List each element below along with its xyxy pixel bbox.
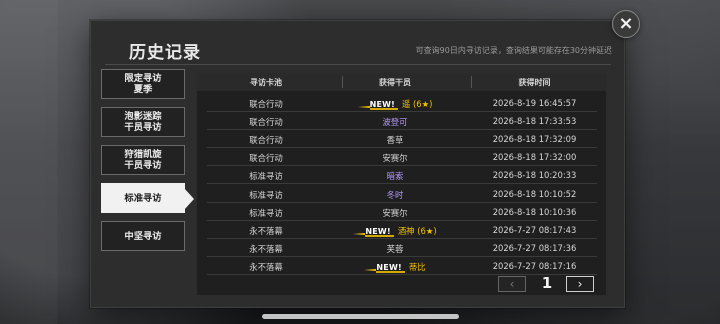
operator-name: 香草 [386,135,404,146]
new-badge: NEW! [353,227,395,237]
chevron-left-icon: ‹ [509,277,515,291]
new-badge: NEW! [357,100,399,110]
next-page-button[interactable]: › [566,276,594,292]
time-cell: 2026-8-18 10:20:33 [492,170,577,181]
operator-name: 暗索 [386,171,404,182]
pool-tabs: 限定寻访 夏季 泡影迷踪 干员寻访 狩猎凯旋 干员寻访 标准寻访 中坚寻访 [101,69,194,259]
column-header-operator: 获得干员 [379,78,411,87]
tab-label: 中坚寻访 [124,230,162,242]
pagination: ‹ 1 › [498,274,594,294]
table-row: 联合行动 波登可 2026-8-18 17:33:53 [207,113,597,131]
new-badge: NEW! [364,263,406,273]
tab-hunting-triumph[interactable]: 狩猎凯旋 干员寻访 [101,145,185,175]
operator-cell: NEW! 酒神 (6★) [325,225,465,237]
table-row: 标准寻访 暗索 2026-8-18 10:20:33 [207,167,597,185]
page-number: 1 [541,274,553,292]
home-indicator-bar[interactable] [262,314,459,319]
operator-cell: NEW! 蒂比 [325,261,465,273]
operator-cell: NEW! 遥 (6★) [325,98,465,110]
table-row: 标准寻访 安赛尔 2026-8-18 10:10:36 [207,204,597,221]
tab-label: 狩猎凯旋 干员寻访 [124,149,162,171]
time-cell: 2026-7-27 08:17:16 [492,260,577,271]
pool-cell: 永不落幕 [249,261,283,272]
tab-core[interactable]: 中坚寻访 [101,221,185,251]
column-header-time: 获得时间 [518,78,551,87]
tab-standard[interactable]: 标准寻访 [101,183,194,213]
operator-name: 安赛尔 [382,153,408,164]
chevron-right-icon: › [577,277,583,291]
operator-cell: 冬时 [325,189,465,201]
pool-cell: 永不落幕 [249,243,283,254]
title-divider [105,64,611,65]
close-icon: × [618,13,634,34]
prev-page-button[interactable]: ‹ [498,276,526,292]
page-title: 历史记录 [129,43,201,63]
time-cell: 2026-8-18 17:33:53 [492,116,577,127]
time-cell: 2026-8-18 10:10:36 [492,206,577,217]
operator-name: 冬时 [386,189,404,200]
pool-cell: 标准寻访 [249,207,283,218]
table-row: 联合行动 香草 2026-8-18 17:32:09 [207,131,597,149]
table-row: 标准寻访 冬时 2026-8-18 10:10:52 [207,186,597,203]
time-cell: 2026-8-18 10:10:52 [492,188,577,199]
pool-cell: 联合行动 [249,117,283,128]
operator-cell: 香草 [325,134,465,146]
operator-cell: 安赛尔 [325,207,465,219]
operator-name: 蒂比 [408,261,426,272]
table-header: 寻访卡池 获得干员 获得时间 [197,73,606,91]
table-row: 联合行动 NEW! 遥 (6★) 2026-8-19 16:45:57 [207,95,597,112]
operator-cell: 波登可 [325,116,465,128]
pool-cell: 联合行动 [249,135,283,146]
operator-cell: 安赛尔 [325,152,465,164]
table-row: 永不落幕 NEW! 蒂比 2026-7-27 08:17:16 [207,258,597,275]
time-cell: 2026-7-27 08:17:36 [492,242,577,253]
pool-cell: 标准寻访 [249,189,283,200]
operator-cell: 芙蓉 [325,243,465,255]
tab-label: 标准寻访 [124,192,162,204]
tab-label: 限定寻访 夏季 [124,73,162,95]
time-cell: 2026-7-27 08:17:43 [492,224,577,235]
tab-limited-summer[interactable]: 限定寻访 夏季 [101,69,185,99]
pool-cell: 标准寻访 [249,171,283,182]
operator-name: 波登可 [382,117,408,128]
tab-label: 泡影迷踪 干员寻访 [124,111,162,133]
time-cell: 2026-8-18 17:32:09 [492,134,577,145]
table-row: 联合行动 安赛尔 2026-8-18 17:32:00 [207,149,597,167]
tab-phantom-illusion[interactable]: 泡影迷踪 干员寻访 [101,107,185,137]
pool-cell: 联合行动 [249,99,283,109]
pool-cell: 永不落幕 [249,225,283,236]
operator-name: 酒神 (6★) [397,225,437,236]
operator-name: 安赛尔 [382,207,408,218]
time-cell: 2026-8-18 17:32:00 [492,152,577,163]
pool-cell: 联合行动 [249,153,283,164]
operator-cell: 暗索 [325,170,465,182]
column-header-pool: 寻访卡池 [250,78,282,87]
time-cell: 2026-8-19 16:45:57 [492,98,577,108]
close-button[interactable]: × [612,10,640,38]
history-table: 寻访卡池 获得干员 获得时间 联合行动 NEW! 遥 (6★) 2026-8-19 1… [196,72,607,296]
table-row: 永不落幕 芙蓉 2026-7-27 08:17:36 [207,240,597,257]
query-notice: 可查询90日内寻访记录，查询结果可能存在30分钟延迟 [415,46,612,55]
operator-name: 芙蓉 [386,243,404,254]
column-divider [471,76,472,88]
operator-name: 遥 (6★) [402,99,433,109]
table-row: 永不落幕 NEW! 酒神 (6★) 2026-7-27 08:17:43 [207,222,597,239]
